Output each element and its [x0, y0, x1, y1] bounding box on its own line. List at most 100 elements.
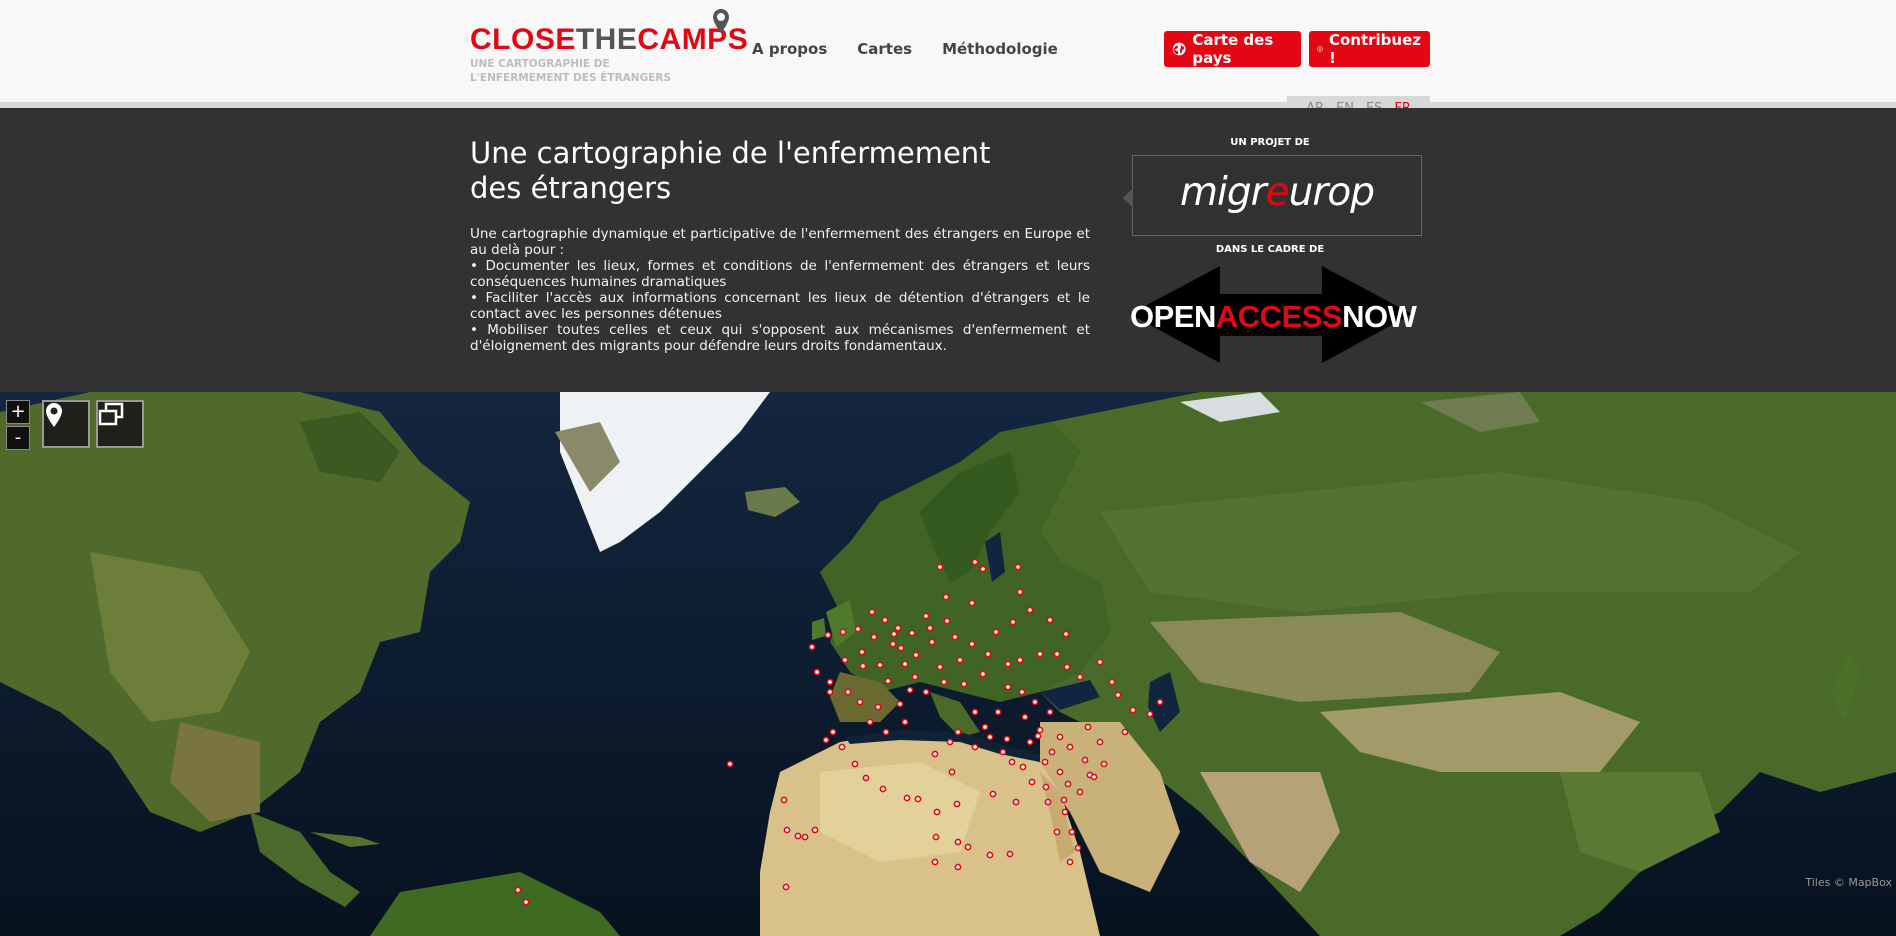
detention-marker[interactable] [1146, 710, 1154, 718]
detention-marker[interactable] [813, 668, 821, 676]
detention-marker[interactable] [956, 656, 964, 664]
detention-marker[interactable] [1096, 658, 1104, 666]
layers-button[interactable] [96, 400, 144, 448]
detention-marker[interactable] [901, 718, 909, 726]
detention-marker[interactable] [1061, 808, 1069, 816]
detention-marker[interactable] [1026, 738, 1034, 746]
detention-marker[interactable] [971, 558, 979, 566]
detention-marker[interactable] [782, 883, 790, 891]
detention-marker[interactable] [1053, 650, 1061, 658]
detention-marker[interactable] [903, 794, 911, 802]
detention-marker[interactable] [1046, 708, 1054, 716]
detention-marker[interactable] [968, 599, 976, 607]
detention-marker[interactable] [1062, 630, 1070, 638]
detention-marker[interactable] [1081, 756, 1089, 764]
detention-marker[interactable] [911, 673, 919, 681]
detention-marker[interactable] [896, 700, 904, 708]
detention-marker[interactable] [989, 790, 997, 798]
detention-marker[interactable] [942, 593, 950, 601]
detention-marker[interactable] [1031, 698, 1039, 706]
detention-marker[interactable] [922, 688, 930, 696]
detention-marker[interactable] [1121, 728, 1129, 736]
detention-marker[interactable] [1016, 588, 1024, 596]
detention-marker[interactable] [1056, 768, 1064, 776]
detention-marker[interactable] [838, 743, 846, 751]
detention-marker[interactable] [951, 633, 959, 641]
detention-marker[interactable] [1016, 656, 1024, 664]
detention-marker[interactable] [953, 800, 961, 808]
detention-marker[interactable] [979, 565, 987, 573]
detention-marker[interactable] [1076, 788, 1084, 796]
detention-marker[interactable] [981, 723, 989, 731]
detention-marker[interactable] [940, 678, 948, 686]
detention-marker[interactable] [1012, 798, 1020, 806]
detention-marker[interactable] [824, 631, 832, 639]
detention-marker[interactable] [1026, 606, 1034, 614]
detention-marker[interactable] [859, 662, 867, 670]
detention-marker[interactable] [1068, 828, 1076, 836]
detention-marker[interactable] [901, 660, 909, 668]
map-view[interactable]: + - Tiles © MapBox [0, 392, 1896, 936]
detention-marker[interactable] [844, 688, 852, 696]
detention-marker[interactable] [889, 640, 897, 648]
detention-marker[interactable] [822, 736, 830, 744]
detention-marker[interactable] [933, 808, 941, 816]
detention-marker[interactable] [1066, 858, 1074, 866]
detention-marker[interactable] [1034, 732, 1042, 740]
detention-marker[interactable] [1156, 698, 1164, 706]
detention-marker[interactable] [1014, 563, 1022, 571]
detention-marker[interactable] [839, 628, 847, 636]
detention-marker[interactable] [964, 843, 972, 851]
detention-marker[interactable] [1114, 691, 1122, 699]
detention-marker[interactable] [943, 617, 951, 625]
detention-marker[interactable] [1009, 618, 1017, 626]
detention-marker[interactable] [881, 616, 889, 624]
detention-marker[interactable] [1041, 758, 1049, 766]
detention-marker[interactable] [794, 832, 802, 840]
detention-marker[interactable] [1046, 616, 1054, 624]
detention-marker[interactable] [954, 863, 962, 871]
detention-marker[interactable] [1003, 735, 1011, 743]
detention-marker[interactable] [908, 629, 916, 637]
detention-marker[interactable] [854, 625, 862, 633]
detention-marker[interactable] [932, 833, 940, 841]
detention-marker[interactable] [1008, 758, 1016, 766]
detention-marker[interactable] [1100, 760, 1108, 768]
detention-marker[interactable] [971, 743, 979, 751]
detention-marker[interactable] [856, 698, 864, 706]
detention-marker[interactable] [522, 898, 530, 906]
detention-marker[interactable] [1036, 726, 1044, 734]
nav-item-methodologie[interactable]: Méthodologie [942, 40, 1058, 58]
detention-marker[interactable] [726, 760, 734, 768]
detention-marker[interactable] [1004, 660, 1012, 668]
detention-marker[interactable] [1021, 713, 1029, 721]
detention-marker[interactable] [999, 748, 1007, 756]
detention-marker[interactable] [866, 718, 874, 726]
detention-marker[interactable] [811, 826, 819, 834]
detention-marker[interactable] [882, 728, 890, 736]
detention-marker[interactable] [1063, 663, 1071, 671]
detention-marker[interactable] [1074, 844, 1082, 852]
detention-marker[interactable] [931, 750, 939, 758]
detention-marker[interactable] [1084, 723, 1092, 731]
detention-marker[interactable] [986, 733, 994, 741]
detention-marker[interactable] [870, 633, 878, 641]
detention-marker[interactable] [971, 708, 979, 716]
detention-marker[interactable] [1019, 763, 1027, 771]
detention-marker[interactable] [954, 838, 962, 846]
detention-marker[interactable] [862, 774, 870, 782]
detention-marker[interactable] [876, 661, 884, 669]
detention-marker[interactable] [858, 648, 866, 656]
detention-marker[interactable] [851, 760, 859, 768]
detention-marker[interactable] [992, 628, 1000, 636]
detention-marker[interactable] [1053, 828, 1061, 836]
detention-marker[interactable] [1018, 688, 1026, 696]
site-logo[interactable]: CLOSETHECAMPS UNE CARTOGRAPHIE DE L'ENFE… [470, 9, 748, 85]
locate-button[interactable] [42, 400, 90, 448]
detention-marker[interactable] [1006, 850, 1014, 858]
detention-marker[interactable] [912, 651, 920, 659]
detention-marker[interactable] [954, 728, 962, 736]
detention-marker[interactable] [1096, 738, 1104, 746]
detention-marker[interactable] [1064, 780, 1072, 788]
detention-marker[interactable] [1108, 678, 1116, 686]
